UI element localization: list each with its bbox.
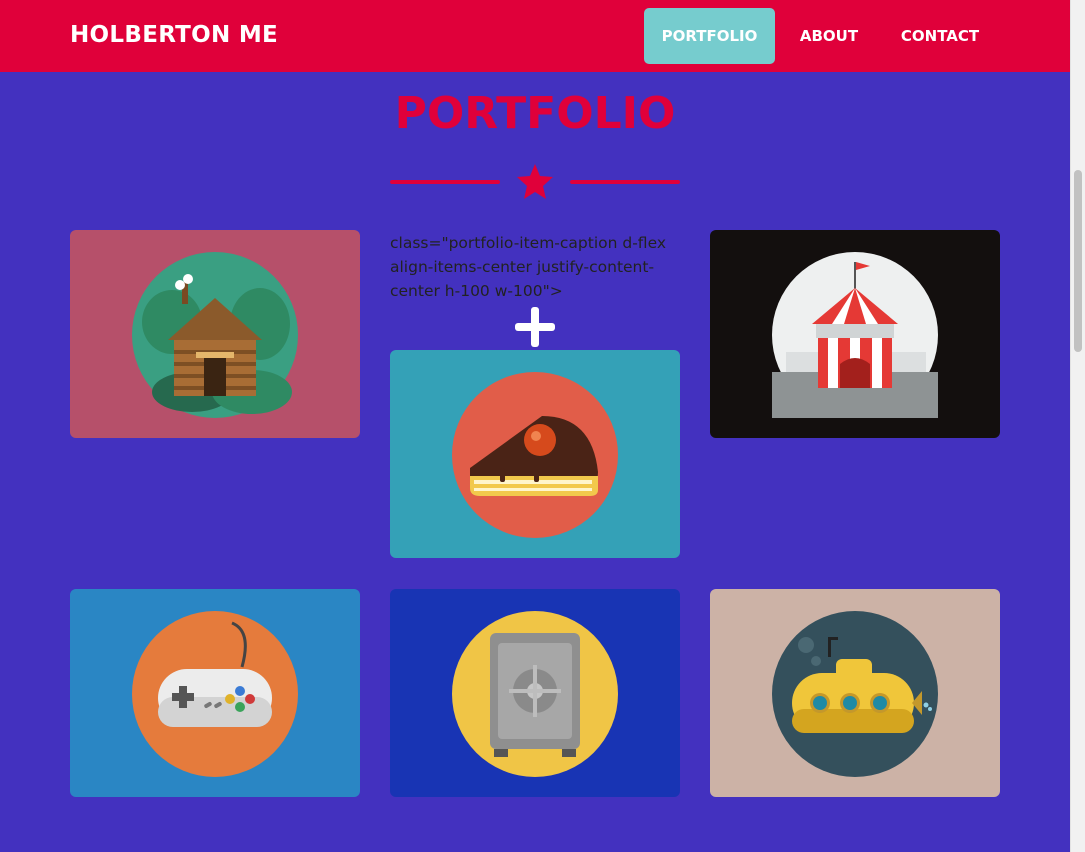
caption-raw-text: class="portfolio-item-caption d-flex ali… [390,234,667,300]
portfolio-item-controller[interactable] [70,589,360,797]
portfolio-item-circus[interactable] [710,230,1000,438]
star-shape [517,164,553,199]
safe-icon [490,633,580,757]
section-title: PORTFOLIO [394,88,676,139]
nav-item-contact[interactable]: CONTACT [885,8,995,64]
scrollbar[interactable] [1070,0,1085,852]
game-controller-icon [158,621,272,727]
cabin-icon [142,274,292,414]
portfolio-item-submarine[interactable] [710,589,1000,797]
nav-item-portfolio[interactable]: PORTFOLIO [644,8,775,64]
plus-icon [515,307,555,347]
portfolio-item-safe[interactable] [390,589,680,797]
navbar: HOLBERTON ME PORTFOLIO ABOUT CONTACT [0,0,1070,72]
portfolio-item-cake[interactable] [390,350,680,558]
divider-line-right [570,180,680,184]
scrollbar-thumb[interactable] [1074,170,1082,352]
brand-logo[interactable]: HOLBERTON ME [70,22,278,48]
portfolio-item-cabin[interactable] [70,230,360,438]
submarine-icon [792,637,932,733]
cake-icon [470,416,598,496]
nav-item-about[interactable]: ABOUT [785,8,873,64]
divider-line-left [390,180,500,184]
star-icon [517,164,553,199]
circus-tent-icon [772,262,938,418]
